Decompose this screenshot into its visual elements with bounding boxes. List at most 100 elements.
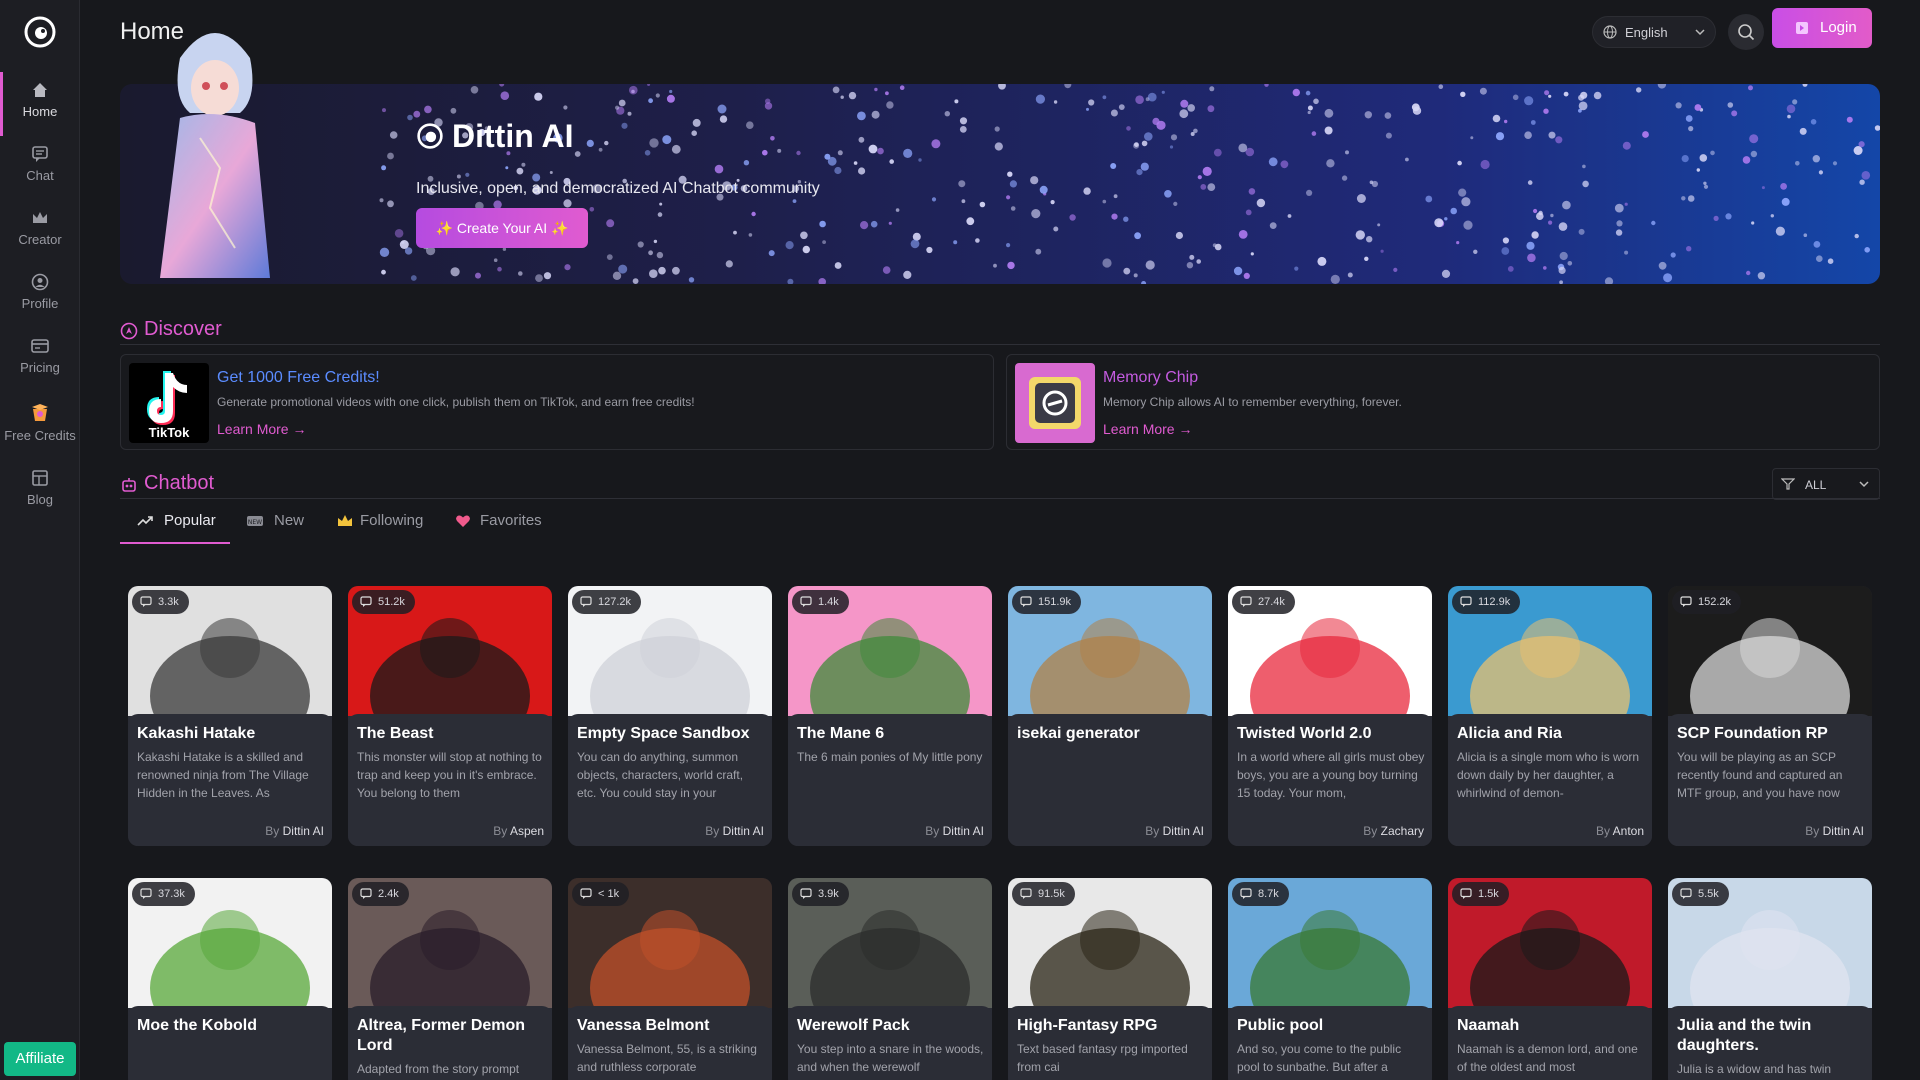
home-icon — [33, 83, 47, 97]
chatbot-card[interactable]: 1.5k Naamah Naamah is a demon lord, and on… — [1448, 878, 1652, 1080]
chatbot-card[interactable]: 2.4k Altrea, Former Demon Lord Adapted fro… — [348, 878, 552, 1080]
learn-more-link[interactable]: Learn More → — [1103, 421, 1192, 437]
card-author[interactable]: By Dittin AI — [1145, 824, 1204, 838]
sidebar-item-creator[interactable]: Creator — [0, 200, 80, 256]
message-count-badge: 5.5k — [1672, 882, 1729, 906]
divider — [120, 344, 1880, 345]
anime-girl-illustration — [160, 33, 270, 278]
card-author[interactable]: By Dittin AI — [925, 824, 984, 838]
banner-tagline: Inclusive, open, and democratized AI Cha… — [416, 180, 820, 197]
card-body: Public pool And so, you come to the publi… — [1228, 1006, 1432, 1080]
login-label: Login — [1820, 19, 1857, 36]
sidebar-item-label: Pricing — [20, 360, 60, 375]
sidebar-item-chat[interactable]: Chat — [0, 136, 80, 192]
chatbot-card[interactable]: 8.7k Public pool And so, you come to the p… — [1228, 878, 1432, 1080]
sidebar-item-pricing[interactable]: Pricing — [0, 328, 80, 384]
sidebar-item-profile[interactable]: Profile — [0, 264, 80, 320]
chatbot-card[interactable]: 1.4k The Mane 6 The 6 main ponies of My li… — [788, 586, 992, 846]
filter-value: ALL — [1805, 478, 1827, 492]
card-author[interactable]: By Dittin AI — [1805, 824, 1864, 838]
arrow-right-icon: → — [1178, 421, 1193, 437]
chatbot-card[interactable]: 37.3k Moe the Kobold — [128, 878, 332, 1080]
card-description: You will be playing as an SCP recently f… — [1677, 750, 1843, 800]
sidebar-item-free-credits[interactable]: Free Credits — [0, 392, 80, 456]
card-title: isekai generator — [1017, 725, 1140, 742]
search-button[interactable] — [1728, 14, 1764, 50]
chatbot-card[interactable]: 151.9k isekai generator By Dittin AI — [1008, 586, 1212, 846]
card-title: The Mane 6 — [797, 725, 885, 742]
chatbot-card[interactable]: 5.5k Julia and the twin daughters. Julia i… — [1668, 878, 1872, 1080]
sidebar-item-label: Home — [22, 104, 58, 119]
card-title: Naamah — [1457, 1017, 1520, 1034]
dittin-logo-icon[interactable] — [24, 16, 56, 48]
sidebar-item-blog[interactable]: Blog — [0, 460, 80, 516]
card-description: Adapted from the story prompt — [357, 1062, 520, 1076]
card-author[interactable]: By Aspen — [493, 824, 544, 838]
chatbot-card[interactable]: 3.9k Werewolf Pack You step into a snare i… — [788, 878, 992, 1080]
memory-chip-thumbnail — [1015, 363, 1095, 443]
chat-bubble-icon — [360, 596, 372, 607]
sidebar-item-label: Free Credits — [4, 428, 76, 443]
card-body: SCP Foundation RP You will be playing as … — [1668, 714, 1872, 846]
pricing-icon — [31, 339, 49, 353]
promo-card-free-credits[interactable]: TikTok Get 1000 Free Credits! Generate p… — [120, 354, 994, 450]
chat-bubble-icon — [1240, 888, 1252, 899]
chatbot-card[interactable]: 127.2k Empty Space Sandbox You can do anyt… — [568, 586, 772, 846]
tab-following[interactable]: Following — [336, 508, 446, 544]
chatbot-card[interactable]: 152.2k SCP Foundation RP You will be playi… — [1668, 586, 1872, 846]
card-title: Kakashi Hatake — [137, 725, 256, 742]
card-title: The Beast — [357, 725, 434, 742]
card-description: Naamah is a demon lord, and one of the o… — [1457, 1042, 1638, 1074]
compass-icon — [120, 322, 138, 340]
card-body: The Mane 6 The 6 main ponies of My little… — [788, 714, 992, 846]
card-title: Twisted World 2.0 — [1237, 725, 1372, 742]
category-filter-select[interactable]: ALL — [1772, 468, 1880, 500]
chat-bubble-icon — [580, 888, 592, 899]
chat-bubble-icon — [1460, 596, 1472, 607]
learn-more-link[interactable]: Learn More → — [217, 421, 306, 437]
card-author[interactable]: By Anton — [1596, 824, 1644, 838]
card-title: Altrea, Former Demon Lord — [357, 1017, 526, 1054]
tab-new[interactable]: NEW New — [240, 508, 316, 544]
chat-bubble-icon — [140, 596, 152, 607]
chatbot-card[interactable]: 112.9k Alicia and Ria Alicia is a single m… — [1448, 586, 1652, 846]
card-author[interactable]: By Zachary — [1363, 824, 1424, 838]
sidebar-item-home[interactable]: Home — [0, 72, 80, 136]
promo-title: Get 1000 Free Credits! — [217, 369, 380, 386]
card-description: The 6 main ponies of My little pony — [797, 750, 983, 764]
card-title: Empty Space Sandbox — [577, 725, 750, 742]
chatbot-card[interactable]: 27.4k Twisted World 2.0 In a world where a… — [1228, 586, 1432, 846]
card-title: Moe the Kobold — [137, 1017, 257, 1034]
trending-icon — [137, 516, 153, 526]
tab-popular[interactable]: Popular — [120, 508, 230, 544]
heart-icon — [456, 515, 470, 527]
sidebar-item-label: Chat — [26, 168, 54, 183]
language-selector[interactable]: English — [1592, 16, 1716, 48]
card-description: In a world where all girls must obey boy… — [1237, 750, 1425, 800]
affiliate-button[interactable]: Affiliate — [4, 1042, 76, 1076]
tiktok-thumbnail: TikTok — [129, 363, 209, 443]
gift-icon — [32, 404, 48, 421]
chatbot-card[interactable]: 3.3k Kakashi Hatake Kakashi Hatake is a sk… — [128, 586, 332, 846]
card-description: Alicia is a single mom who is worn down … — [1457, 750, 1640, 800]
crown-icon — [338, 515, 352, 526]
chatbot-card[interactable]: 51.2k The Beast This monster will stop at … — [348, 586, 552, 846]
chatbot-card[interactable]: < 1k Vanessa Belmont Vanessa Belmont, 55, … — [568, 878, 772, 1080]
message-count-badge: 1.5k — [1452, 882, 1509, 906]
tab-favorites[interactable]: Favorites — [454, 508, 564, 544]
crown-icon — [33, 212, 47, 223]
particle-background — [379, 84, 1880, 284]
message-count-badge: 151.9k — [1012, 590, 1082, 614]
create-your-ai-button[interactable]: ✨ Create Your AI ✨ — [416, 208, 588, 248]
sidebar-item-label: Profile — [21, 296, 59, 311]
chevron-down-icon — [1695, 29, 1705, 36]
login-button[interactable]: Login — [1772, 8, 1872, 48]
card-body: Alicia and Ria Alicia is a single mom who… — [1448, 714, 1652, 846]
card-description: Julia is a widow and has twin — [1677, 1062, 1832, 1076]
promo-card-memory-chip[interactable]: Memory Chip Memory Chip allows AI to rem… — [1006, 354, 1880, 450]
card-author[interactable]: By Dittin AI — [705, 824, 764, 838]
chatbot-card[interactable]: 91.5k High-Fantasy RPG Text based fantasy … — [1008, 878, 1212, 1080]
chat-bubble-icon — [1020, 888, 1032, 899]
card-author[interactable]: By Dittin AI — [265, 824, 324, 838]
memory-chip-icon — [1029, 377, 1081, 429]
